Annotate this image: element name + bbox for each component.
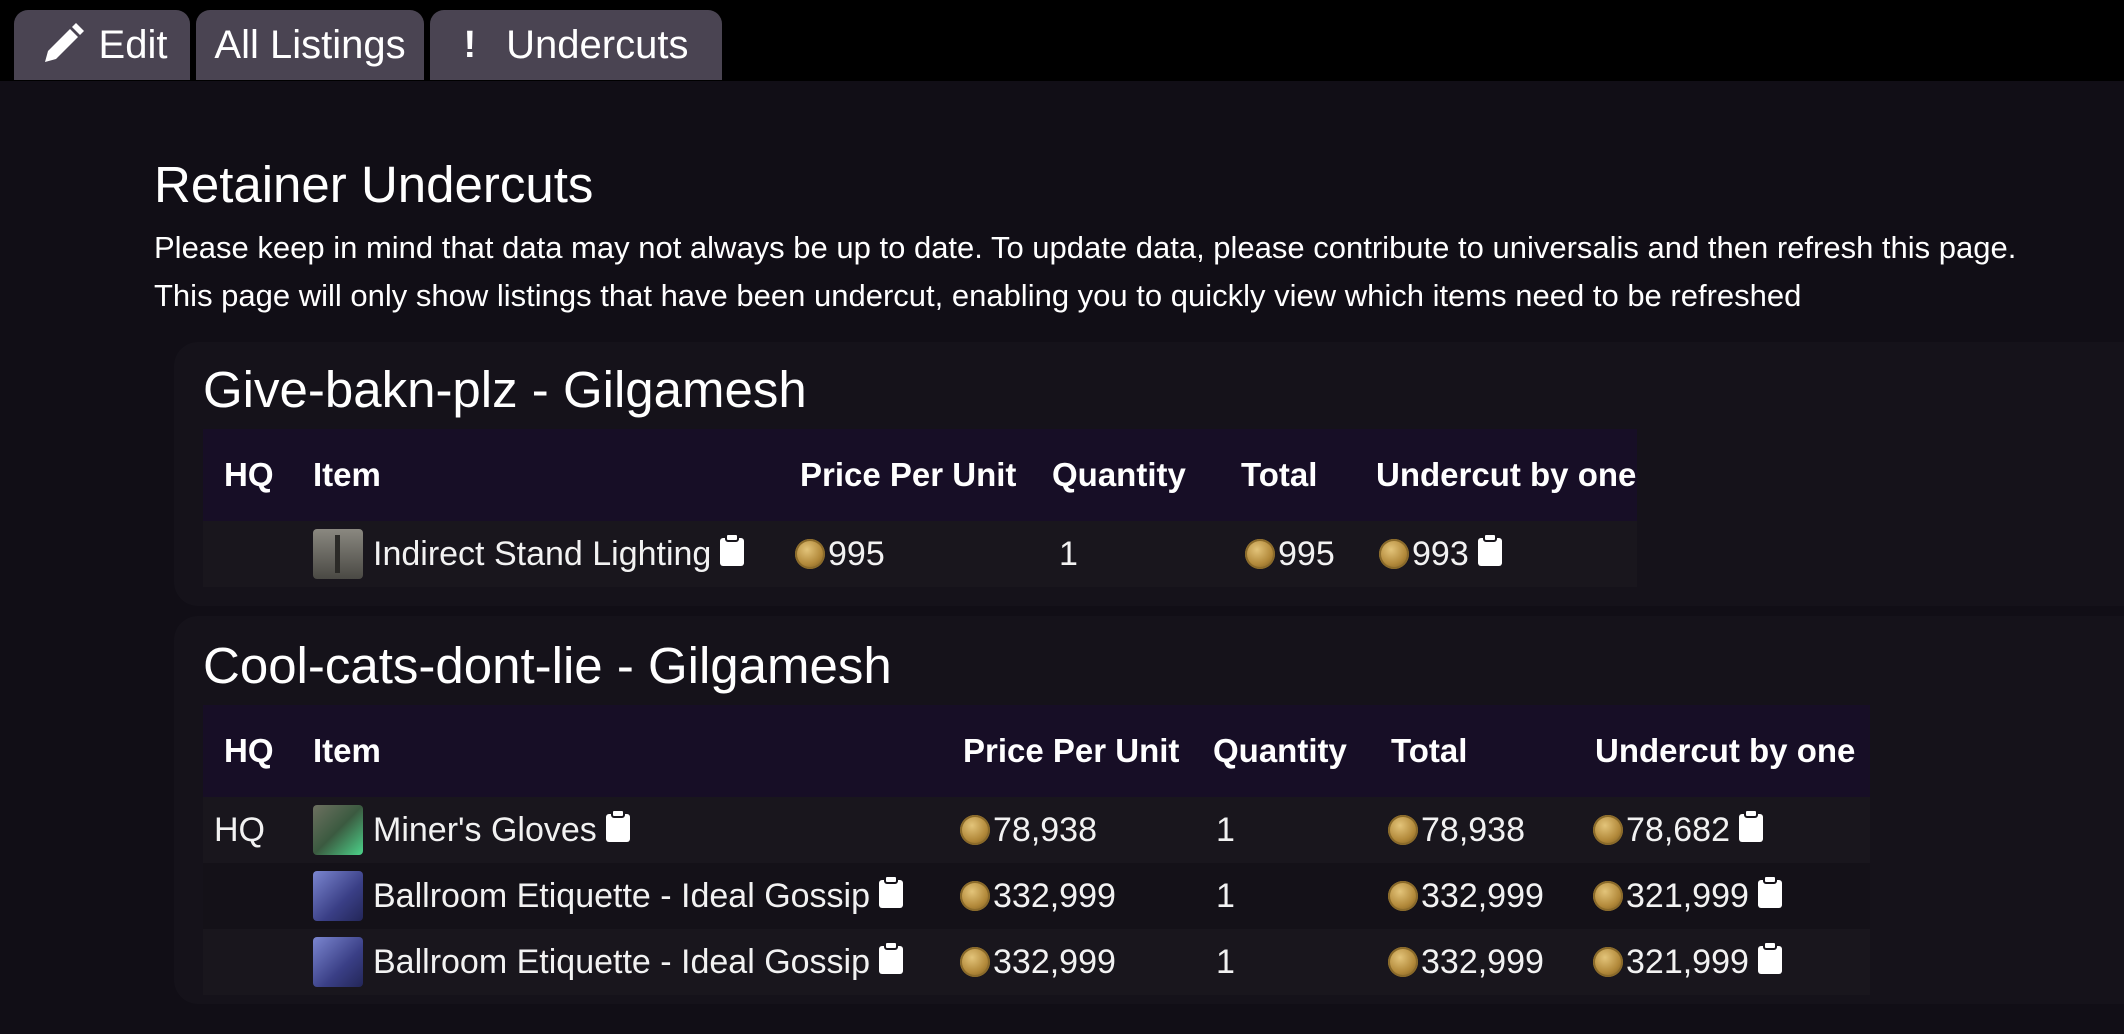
item-name: Indirect Stand Lighting [373, 534, 712, 573]
gil-coin-icon [1388, 815, 1418, 845]
gil-coin-icon [795, 539, 825, 569]
gil-coin-icon [960, 815, 990, 845]
tab-all-listings[interactable]: All Listings [196, 10, 424, 80]
undercut-price: 993 [1412, 534, 1469, 573]
column-header-hq: HQ [224, 456, 274, 493]
quantity-cell: 1 [1216, 876, 1235, 915]
column-header-hq: HQ [224, 732, 274, 769]
gil-coin-icon [1245, 539, 1275, 569]
column-header-item: Item [313, 456, 381, 493]
column-header-total: Total [1391, 732, 1468, 769]
clipboard-icon[interactable] [1757, 941, 1783, 975]
undercut-table: HQ Item Price Per Unit Quantity Total Un… [203, 429, 1637, 587]
page-description-2: This page will only show listings that h… [154, 278, 1802, 313]
hq-cell [203, 929, 313, 995]
table-header-row: HQ Item Price Per Unit Quantity Total Un… [203, 429, 1637, 521]
gil-coin-icon [960, 881, 990, 911]
undercut-price: 321,999 [1626, 942, 1749, 981]
column-header-quantity: Quantity [1052, 456, 1186, 493]
table-row: Ballroom Etiquette - Ideal Gossip 332,99… [203, 929, 1870, 995]
tab-all-listings-label: All Listings [214, 22, 406, 67]
table-row: Ballroom Etiquette - Ideal Gossip 332,99… [203, 863, 1870, 929]
clipboard-icon[interactable] [1738, 809, 1764, 843]
undercut-price: 78,682 [1626, 810, 1730, 849]
total-cell: 332,999 [1421, 876, 1544, 915]
column-header-item: Item [313, 732, 381, 769]
gil-coin-icon [1388, 947, 1418, 977]
hq-cell: HQ [214, 810, 265, 849]
total-cell: 332,999 [1421, 942, 1544, 981]
gil-coin-icon [1593, 881, 1623, 911]
quantity-cell: 1 [1216, 810, 1235, 849]
table-row: Indirect Stand Lighting 995 1 995 993 [203, 521, 1637, 587]
clipboard-icon[interactable] [878, 941, 904, 975]
clipboard-icon[interactable] [1757, 875, 1783, 909]
book-icon [313, 937, 363, 987]
undercut-price: 321,999 [1626, 876, 1749, 915]
page-description-1: Please keep in mind that data may not al… [154, 230, 2017, 265]
tab-undercuts-label: Undercuts [506, 22, 689, 67]
gil-coin-icon [960, 947, 990, 977]
total-cell: 995 [1278, 534, 1335, 573]
column-header-undercut: Undercut by one [1376, 456, 1637, 493]
gil-coin-icon [1593, 815, 1623, 845]
clipboard-icon[interactable] [1477, 533, 1503, 567]
quantity-cell: 1 [1059, 534, 1078, 573]
price-per-unit: 995 [828, 534, 885, 573]
stand-lighting-icon [313, 529, 363, 579]
total-cell: 78,938 [1421, 810, 1525, 849]
price-per-unit: 332,999 [993, 876, 1116, 915]
retainer-title: Give-bakn-plz - Gilgamesh [203, 361, 807, 418]
hq-cell [203, 521, 313, 587]
column-header-price: Price Per Unit [963, 732, 1180, 769]
clipboard-icon[interactable] [605, 809, 631, 843]
item-name: Ballroom Etiquette - Ideal Gossip [373, 876, 871, 915]
undercut-table: HQ Item Price Per Unit Quantity Total Un… [203, 705, 1870, 995]
gloves-icon [313, 805, 363, 855]
column-header-price: Price Per Unit [800, 456, 1017, 493]
gil-coin-icon [1388, 881, 1418, 911]
column-header-undercut: Undercut by one [1595, 732, 1856, 769]
top-nav-bar: Edit All Listings ! Undercuts [0, 0, 2124, 81]
item-name: Ballroom Etiquette - Ideal Gossip [373, 942, 871, 981]
gil-coin-icon [1379, 539, 1409, 569]
pencil-icon [44, 23, 84, 62]
quantity-cell: 1 [1216, 942, 1235, 981]
hq-cell [203, 863, 313, 929]
page-title: Retainer Undercuts [154, 156, 594, 213]
retainer-title: Cool-cats-dont-lie - Gilgamesh [203, 637, 892, 694]
table-header-row: HQ Item Price Per Unit Quantity Total Un… [203, 705, 1870, 797]
price-per-unit: 78,938 [993, 810, 1097, 849]
column-header-total: Total [1241, 456, 1318, 493]
clipboard-icon[interactable] [719, 533, 745, 567]
item-name: Miner's Gloves [373, 810, 597, 849]
clipboard-icon[interactable] [878, 875, 904, 909]
book-icon [313, 871, 363, 921]
price-per-unit: 332,999 [993, 942, 1116, 981]
table-row: HQ Miner's Gloves 78,938 1 78,938 78,682 [203, 797, 1870, 863]
column-header-quantity: Quantity [1213, 732, 1347, 769]
tab-edit[interactable]: Edit [14, 10, 190, 80]
gil-coin-icon [1593, 947, 1623, 977]
tab-edit-label: Edit [98, 22, 168, 67]
tab-undercuts[interactable]: ! Undercuts [430, 10, 722, 80]
exclamation-icon: ! [463, 23, 477, 66]
